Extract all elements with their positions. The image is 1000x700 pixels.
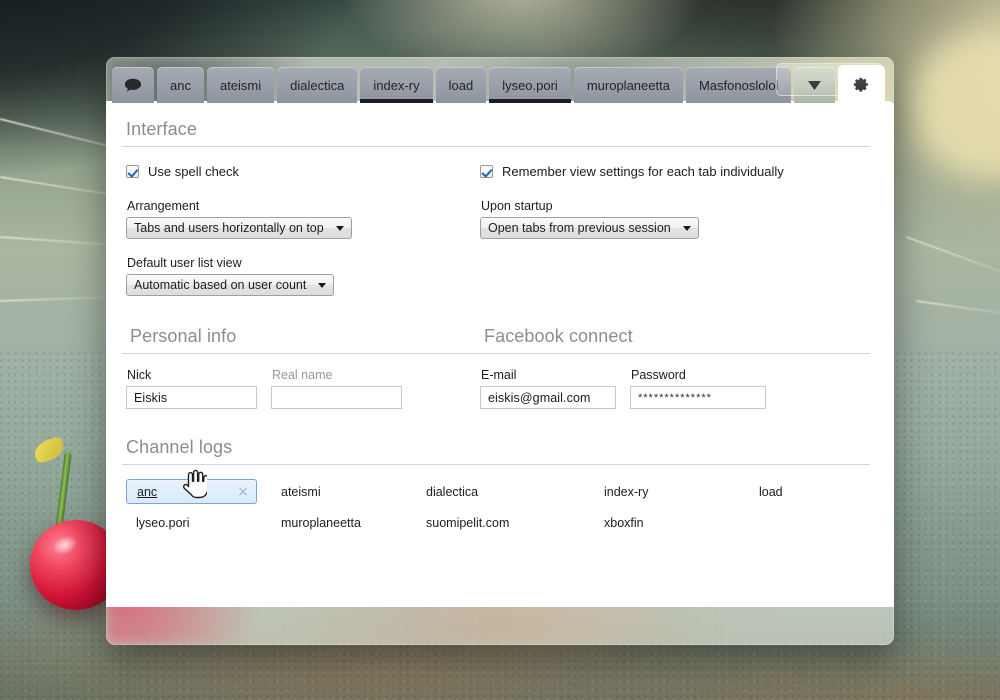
- channel-log-item-xboxfin[interactable]: xboxfin: [594, 510, 749, 535]
- dropdown-upon-startup[interactable]: Open tabs from previous session: [480, 217, 699, 239]
- input-value: eiskis@gmail.com: [488, 390, 591, 405]
- tab-lyseo-pori[interactable]: lyseo.pori: [489, 67, 571, 103]
- chevron-down-icon: [682, 225, 691, 231]
- tab-label: ateismi: [219, 77, 262, 93]
- channel-log-item-lyseo-pori[interactable]: lyseo.pori: [126, 510, 271, 535]
- settings-panel: Interface Use spell check Remember view …: [106, 101, 894, 607]
- chevron-down-icon: [335, 225, 344, 231]
- section-personal-and-facebook: Personal info Facebook connect Nick Eisk…: [122, 326, 870, 409]
- checkbox-use-spell-check[interactable]: Use spell check: [126, 161, 480, 181]
- label-nick: Nick: [127, 368, 152, 382]
- tab-label: dialectica: [290, 77, 345, 93]
- section-title-channel-logs: Channel logs: [126, 437, 233, 457]
- tab-anc[interactable]: anc: [157, 67, 204, 103]
- tab-label: index-ry: [373, 77, 420, 93]
- channel-log-item-suomipelit-com[interactable]: suomipelit.com: [416, 510, 594, 535]
- tab-dialectica[interactable]: dialectica: [277, 67, 358, 103]
- dropdown-arrangement[interactable]: Tabs and users horizontally on top: [126, 217, 352, 239]
- channel-log-item-index-ry[interactable]: index-ry: [594, 479, 749, 504]
- tab-label: anc: [170, 77, 191, 93]
- tab-label: load: [448, 77, 474, 93]
- input-password[interactable]: **************: [630, 386, 766, 409]
- interface-dropdown-row-1: Arrangement Tabs and users horizontally …: [122, 199, 870, 239]
- section-title-facebook-connect: Facebook connect: [484, 326, 633, 346]
- checkbox-checked-icon: [480, 164, 493, 178]
- channel-log-label: dialectica: [426, 484, 479, 499]
- channel-log-label: lyseo.pori: [136, 515, 190, 530]
- input-real-name[interactable]: [271, 386, 402, 409]
- divider: [122, 464, 870, 465]
- tab-label: Masfonoslolol: [698, 77, 779, 93]
- tab-index-ry[interactable]: index-ry: [360, 67, 433, 103]
- divider: [122, 353, 870, 354]
- channel-log-item-empty: [749, 510, 869, 535]
- checkbox-label: Remember view settings for each tab indi…: [502, 163, 784, 179]
- window-title-box[interactable]: [776, 63, 882, 96]
- tab-label: lyseo.pori: [502, 77, 558, 93]
- section-interface: Interface Use spell check Remember view …: [122, 119, 870, 296]
- dropdown-value: Tabs and users horizontally on top: [134, 221, 324, 235]
- label-upon-startup: Upon startup: [481, 199, 553, 213]
- section-title-personal-info: Personal info: [130, 326, 237, 346]
- channel-log-label: xboxfin: [604, 515, 644, 530]
- chevron-down-icon: [318, 282, 327, 288]
- input-email[interactable]: eiskis@gmail.com: [480, 386, 616, 409]
- input-value: Eiskis: [134, 390, 168, 405]
- input-value: **************: [638, 391, 712, 404]
- checkbox-checked-icon: [126, 164, 139, 178]
- dropdown-default-user-list-view[interactable]: Automatic based on user count: [126, 274, 335, 296]
- section-title-interface: Interface: [126, 119, 197, 139]
- tab-muroplaneetta[interactable]: muroplaneetta: [573, 67, 683, 103]
- tab-label: muroplaneetta: [586, 77, 670, 93]
- channel-log-item-dialectica[interactable]: dialectica: [416, 479, 594, 504]
- chat-bubble-icon: [124, 78, 142, 92]
- channel-log-item-muroplaneetta[interactable]: muroplaneetta: [271, 510, 416, 535]
- channel-log-label: index-ry: [604, 484, 649, 499]
- close-icon[interactable]: ×: [237, 485, 249, 499]
- tab-home[interactable]: [112, 67, 154, 103]
- label-password: Password: [631, 368, 686, 382]
- label-default-user-list-view: Default user list view: [127, 256, 242, 270]
- checkbox-label: Use spell check: [148, 163, 240, 179]
- section-channel-logs: Channel logs anc × ateismi dialectica in…: [122, 437, 870, 535]
- application-window: anc ateismi dialectica index-ry load lys…: [106, 57, 894, 645]
- channel-log-label: anc: [137, 484, 158, 499]
- dropdown-value: Open tabs from previous session: [488, 221, 671, 235]
- channel-log-item-anc[interactable]: anc ×: [126, 479, 257, 504]
- input-nick[interactable]: Eiskis: [126, 386, 257, 409]
- tab-load[interactable]: load: [435, 67, 487, 103]
- interface-checkbox-row: Use spell check Remember view settings f…: [122, 161, 870, 181]
- label-email: E-mail: [481, 368, 517, 382]
- divider: [122, 146, 870, 147]
- label-real-name: Real name: [272, 368, 333, 382]
- interface-dropdown-row-2: Default user list view Automatic based o…: [122, 256, 870, 296]
- dropdown-value: Automatic based on user count: [134, 278, 307, 292]
- label-arrangement: Arrangement: [127, 199, 200, 213]
- channel-log-list: anc × ateismi dialectica index-ry load l…: [122, 479, 870, 535]
- checkbox-remember-view-settings[interactable]: Remember view settings for each tab indi…: [480, 161, 838, 181]
- channel-log-label: ateismi: [281, 484, 321, 499]
- channel-log-item-ateismi[interactable]: ateismi: [271, 479, 416, 504]
- channel-log-label: load: [759, 484, 783, 499]
- channel-log-label: muroplaneetta: [281, 515, 361, 530]
- channel-log-item-load[interactable]: load: [749, 479, 869, 504]
- tab-ateismi[interactable]: ateismi: [206, 67, 275, 103]
- channel-log-label: suomipelit.com: [426, 515, 510, 530]
